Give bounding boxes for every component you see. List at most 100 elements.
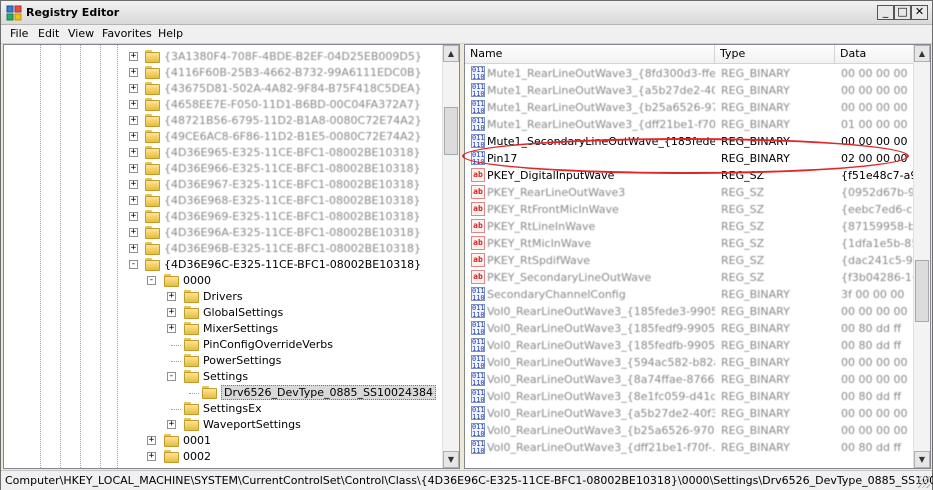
values-vertical-scrollbar[interactable]: ▲ ▼ [913,45,930,468]
expand-icon[interactable]: + [129,228,138,237]
menu-file[interactable]: File [10,27,28,40]
tree-item[interactable]: Drv6526_DevType_0885_SS10024384 [4,385,444,401]
tree-item[interactable]: + {4D36E969-E325-11CE-BFC1-08002BE10318} [4,209,444,225]
tree-item[interactable]: +0002 [4,449,444,465]
menu-favorites[interactable]: Favorites [102,27,152,40]
tree-item-label: 0002 [183,450,211,463]
value-row[interactable]: 011 110 Vol0_RearLineOutWave3_{594ac582-b… [465,354,915,371]
expand-icon[interactable]: + [129,68,138,77]
tree-item[interactable]: SettingsEx [4,401,444,417]
menu-edit[interactable]: Edit [38,27,59,40]
tree-item[interactable]: + {4D36E966-E325-11CE-BFC1-08002BE10318} [4,161,444,177]
tree-item-label: {48721B56-6795-11D2-B1A8-0080C72E74A2} [164,114,422,127]
tree-scroll-thumb[interactable] [444,107,458,155]
expand-icon[interactable]: + [167,292,176,301]
menu-view[interactable]: View [68,27,94,40]
close-button[interactable]: ✕ [911,5,928,20]
maximize-button[interactable]: □ [894,5,911,20]
tree-item-label: PinConfigOverrideVerbs [203,338,333,351]
tree-item[interactable]: + Drivers [4,289,444,305]
scroll-down-arrow-icon[interactable]: ▼ [914,451,930,468]
tree-item[interactable]: + MixerSettings [4,321,444,337]
value-row[interactable]: 011 110 Vol0_RearLineOutWave3_{8a74ffae-8… [465,371,915,388]
expand-icon[interactable]: + [129,148,138,157]
tree-item[interactable]: - Settings [4,369,444,385]
value-row[interactable]: 011 110 Vol0_RearLineOutWave3_{b25a6526-9… [465,422,915,439]
column-header-name[interactable]: Name [465,45,715,64]
value-row[interactable]: 011 110 Vol0_RearLineOutWave3_{185fedfb-9… [465,337,915,354]
expand-icon[interactable]: + [129,164,138,173]
expand-icon[interactable]: + [129,52,138,61]
value-row[interactable]: abPKEY_RtSpdifWave REG_SZ {dac241c5-979 [465,252,915,269]
value-row[interactable]: ab PKEY_SecondaryLineOutWave REG_SZ {f3b042… [465,269,915,286]
scroll-down-arrow-icon[interactable]: ▼ [443,451,459,468]
tree-item[interactable]: + {48721B56-6795-11D2-B1A8-0080C72E74A2} [4,113,444,129]
expand-icon[interactable]: + [129,132,138,141]
scroll-up-arrow-icon[interactable]: ▲ [914,45,930,62]
expand-icon[interactable]: + [167,308,176,317]
tree-item[interactable]: +0001 [4,433,444,449]
expand-icon[interactable]: + [129,244,138,253]
value-row[interactable]: 011 110 Vol0_RearLineOutWave3_{185fedf9-9… [465,320,915,337]
value-row[interactable]: abPKEY_RtMicInWave REG_SZ {1dfa1e5b-85c [465,235,915,252]
tree-item[interactable]: + {4D36E96A-E325-11CE-BFC1-08002BE10318} [4,225,444,241]
collapse-icon[interactable]: - [167,372,176,381]
expand-icon[interactable]: + [129,116,138,125]
value-row[interactable]: 011 110 Vol0_RearLineOutWave3_{dff21be1-f… [465,439,915,456]
tree-vertical-scrollbar[interactable]: ▲ ▼ [442,45,459,468]
value-row[interactable]: ab PKEY_RearLineOutWave3 REG_SZ {0952d67b-9… [465,184,915,201]
minimize-button[interactable]: _ [877,5,894,20]
tree-item[interactable]: + {43675D81-502A-4A82-9F84-B75F418C5DEA} [4,81,444,97]
tree-item[interactable]: + {4D36E965-E325-11CE-BFC1-08002BE10318} [4,145,444,161]
tree-item[interactable]: + {4D36E96B-E325-11CE-BFC1-08002BE10318} [4,241,444,257]
value-row[interactable]: 011 110 Pin17 REG_BINARY 02 00 00 00 [465,150,915,167]
values-pane[interactable]: Name Type Data 011 110 Mute1_RearLineOutW… [464,44,931,469]
expand-icon[interactable]: + [129,84,138,93]
expand-icon[interactable]: + [129,212,138,221]
tree-item[interactable]: - 0000 [4,273,444,289]
value-type: REG_BINARY [721,118,790,131]
tree-item[interactable]: PowerSettings [4,353,444,369]
value-row[interactable]: abPKEY_RtLineInWave REG_SZ {87159958-b47 [465,218,915,235]
collapse-icon[interactable]: - [147,276,156,285]
scroll-up-arrow-icon[interactable]: ▲ [443,45,459,62]
key-tree-pane[interactable]: + {3A1380F4-708F-4BDE-B2EF-04D25EB009D5} +… [3,44,460,469]
value-row[interactable]: 011 110 Mute1_RearLineOutWave3_{dff21be1-… [465,116,915,133]
values-scroll-thumb[interactable] [915,260,929,322]
menu-help[interactable]: Help [158,27,183,40]
resize-grip-icon[interactable] [918,476,930,488]
tree-item[interactable]: + {3A1380F4-708F-4BDE-B2EF-04D25EB009D5} [4,49,444,65]
value-row[interactable]: 011 110 Vol0_RearLineOutWave3_{185fede3-9… [465,303,915,320]
tree-item[interactable]: + WaveportSettings [4,417,444,433]
expand-icon[interactable]: + [147,452,156,461]
value-data: {0952d67b-9be [841,186,913,199]
collapse-icon[interactable]: - [129,260,138,269]
tree-item[interactable]: - {4D36E96C-E325-11CE-BFC1-08002BE10318} [4,257,444,273]
title-bar[interactable]: Registry Editor _ □ ✕ [1,1,932,25]
value-row[interactable]: ab PKEY_RtFrontMicInWave REG_SZ {eebc7ed6-c… [465,201,915,218]
expand-icon[interactable]: + [167,420,176,429]
value-row[interactable]: 011 110 Mute1_RearLineOutWave3_{a5b27de2-… [465,82,915,99]
expand-icon[interactable]: + [129,196,138,205]
column-header-type[interactable]: Type [715,45,835,64]
tree-item[interactable]: PinConfigOverrideVerbs [4,337,444,353]
value-row[interactable]: 011 110 Mute1_RearLineOutWave3_{b25a6526-… [465,99,915,116]
tree-item[interactable]: + {4116F60B-25B3-4662-B732-99A6111EDC0B} [4,65,444,81]
value-row[interactable]: 011 110 Mute1_SecondaryLineOutWave_{185fe… [465,133,915,150]
column-header-data[interactable]: Data [835,45,915,64]
expand-icon[interactable]: + [129,180,138,189]
tree-item[interactable]: + GlobalSettings [4,305,444,321]
value-row[interactable]: 011 110 Vol0_RearLineOutWave3_{a5b27de2-4… [465,405,915,422]
value-row[interactable]: 011 110 Mute1_RearLineOutWave3_{8fd300d3-… [465,65,915,82]
tree-item[interactable]: + {4658EE7E-F050-11D1-B6BD-00C04FA372A7} [4,97,444,113]
tree-item[interactable]: + {4D36E967-E325-11CE-BFC1-08002BE10318} [4,177,444,193]
tree-item[interactable]: + {49CE6AC8-6F86-11D2-B1E5-0080C72E74A2} [4,129,444,145]
tree-item[interactable]: + {4D36E968-E325-11CE-BFC1-08002BE10318} [4,193,444,209]
tree-item-label: Drivers [203,290,243,303]
value-row[interactable]: 011 110 Vol0_RearLineOutWave3_{8e1fc059-d… [465,388,915,405]
expand-icon[interactable]: + [167,324,176,333]
expand-icon[interactable]: + [129,100,138,109]
value-row[interactable]: 011 110 SecondaryChannelConfig REG_BINARY 3… [465,286,915,303]
expand-icon[interactable]: + [147,436,156,445]
value-row[interactable]: ab PKEY_DigitalInputWave REG_SZ {f51e48c7-a… [465,167,915,184]
